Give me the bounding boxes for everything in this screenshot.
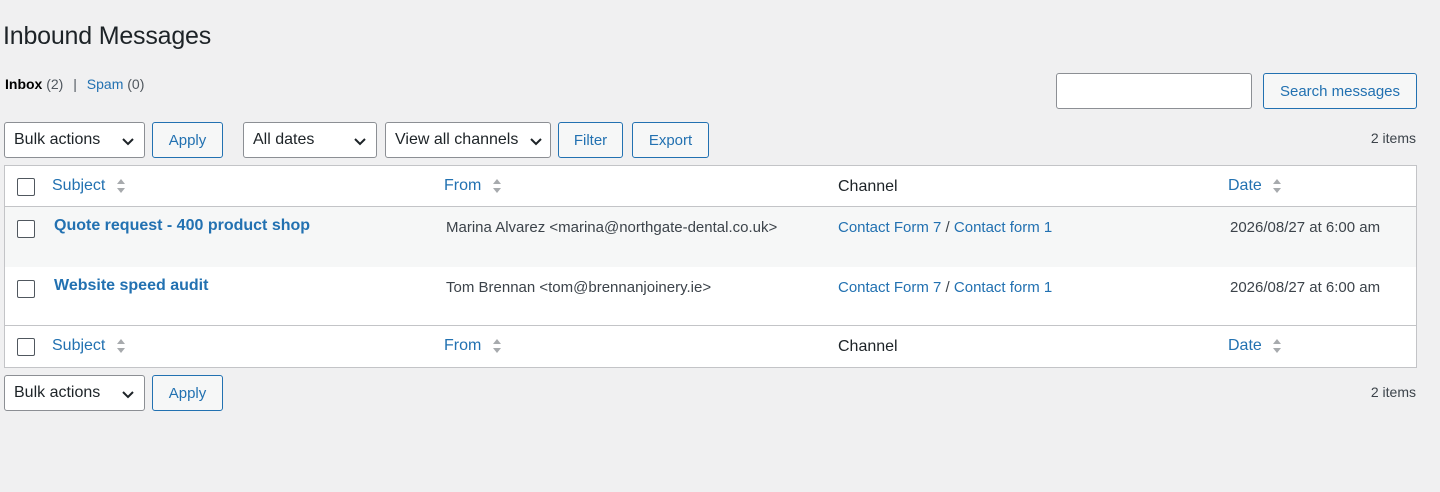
message-channel: Contact Form 7 / Contact form 1	[838, 219, 1052, 236]
message-date: 2026/08/27 at 6:00 am	[1230, 219, 1381, 236]
row-checkbox[interactable]	[17, 220, 35, 238]
filter-button[interactable]: Filter	[558, 122, 623, 158]
message-subject-link[interactable]: Quote request - 400 product shop	[54, 217, 310, 234]
spam-count: (0)	[127, 76, 145, 92]
view-separator: |	[73, 76, 77, 92]
table-footer-row: Subject From Channel Date	[5, 326, 1416, 367]
search-input[interactable]	[1056, 73, 1252, 109]
subject-column-header[interactable]: Subject	[52, 177, 126, 195]
message-from: Marina Alvarez <marina@northgate-dental.…	[446, 219, 778, 236]
dates-select[interactable]: All dates	[243, 122, 377, 158]
spam-view-link[interactable]: Spam	[87, 76, 124, 92]
export-button[interactable]: Export	[632, 122, 709, 158]
channel-secondary-link[interactable]: Contact form 1	[954, 219, 1052, 236]
channel-primary-link[interactable]: Contact Form 7	[838, 279, 941, 296]
inbox-view-link[interactable]: Inbox	[5, 76, 42, 92]
date-column-footer[interactable]: Date	[1228, 337, 1282, 355]
message-subject-link[interactable]: Website speed audit	[54, 277, 208, 294]
items-count-bottom: 2 items	[1370, 384, 1416, 400]
chevron-down-icon	[530, 138, 542, 146]
inbox-count: (2)	[46, 76, 64, 92]
row-checkbox[interactable]	[17, 280, 35, 298]
date-header-label: Date	[1228, 177, 1262, 194]
chevron-down-icon	[122, 391, 134, 399]
sort-arrows-icon	[116, 178, 125, 193]
subject-header-label: Subject	[52, 177, 106, 194]
date-column-header[interactable]: Date	[1228, 177, 1282, 195]
messages-table: Subject From Channel Date Quote request …	[4, 165, 1417, 368]
apply-button-bottom[interactable]: Apply	[152, 375, 223, 411]
items-count: 2 items	[1370, 130, 1416, 146]
subject-column-footer[interactable]: Subject	[52, 337, 126, 355]
sort-arrows-icon	[116, 338, 125, 353]
view-filters: Inbox (2) | Spam (0)	[5, 76, 144, 92]
chevron-down-icon	[122, 138, 134, 146]
date-footer-label: Date	[1228, 337, 1262, 354]
bulk-actions-select-bottom[interactable]: Bulk actions	[4, 375, 145, 411]
channel-primary-link[interactable]: Contact Form 7	[838, 219, 941, 236]
table-row: Quote request - 400 product shop Marina …	[5, 207, 1416, 267]
from-header-label: From	[444, 177, 482, 194]
subject-footer-label: Subject	[52, 337, 106, 354]
chevron-down-icon	[354, 138, 366, 146]
sort-arrows-icon	[492, 178, 501, 193]
bulk-actions-select[interactable]: Bulk actions	[4, 122, 145, 158]
channel-column-header: Channel	[838, 178, 898, 195]
channel-separator: /	[945, 219, 950, 236]
message-date: 2026/08/27 at 6:00 am	[1230, 279, 1381, 296]
sort-arrows-icon	[492, 338, 501, 353]
apply-button[interactable]: Apply	[152, 122, 223, 158]
table-row: Website speed audit Tom Brennan <tom@bre…	[5, 267, 1416, 326]
table-header-row: Subject From Channel Date	[5, 166, 1416, 207]
from-column-footer[interactable]: From	[444, 337, 502, 355]
select-all-checkbox[interactable]	[17, 338, 35, 356]
channels-select[interactable]: View all channels	[385, 122, 551, 158]
sort-arrows-icon	[1273, 178, 1282, 193]
search-messages-button[interactable]: Search messages	[1263, 73, 1417, 109]
channel-column-footer: Channel	[838, 338, 898, 355]
from-footer-label: From	[444, 337, 482, 354]
bulk-actions-label: Bulk actions	[14, 384, 101, 401]
channel-secondary-link[interactable]: Contact form 1	[954, 279, 1052, 296]
channels-select-label: View all channels	[395, 131, 519, 148]
bulk-actions-label: Bulk actions	[14, 131, 101, 148]
channel-separator: /	[945, 279, 950, 296]
sort-arrows-icon	[1273, 338, 1282, 353]
page-title: Inbound Messages	[3, 22, 212, 50]
select-all-checkbox[interactable]	[17, 178, 35, 196]
dates-select-label: All dates	[253, 131, 315, 148]
message-channel: Contact Form 7 / Contact form 1	[838, 279, 1052, 296]
from-column-header[interactable]: From	[444, 177, 502, 195]
message-from: Tom Brennan <tom@brennanjoinery.ie>	[446, 279, 712, 296]
